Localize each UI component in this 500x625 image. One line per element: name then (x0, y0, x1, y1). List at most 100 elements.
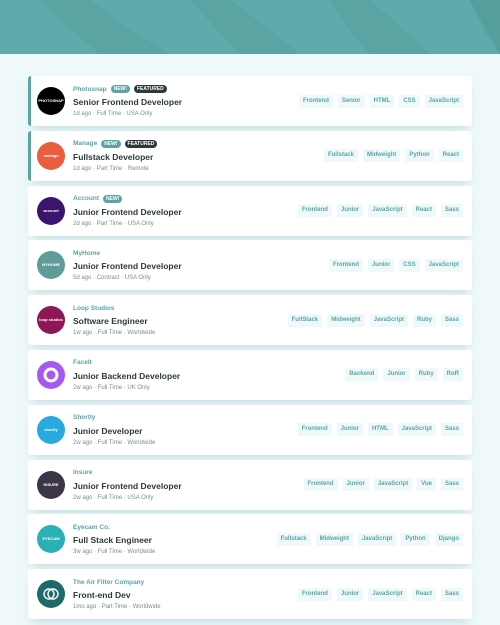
filter-tag[interactable]: Frontend (328, 258, 363, 272)
job-position[interactable]: Fullstack Developer (73, 152, 263, 162)
filter-tag[interactable]: Junior (383, 368, 410, 382)
job-card[interactable]: The Air Filter Company Front-end Dev 1mo a… (28, 569, 472, 620)
filter-tag[interactable]: Ruby (414, 368, 438, 382)
filter-tag[interactable]: Midweight (315, 532, 353, 546)
job-position[interactable]: Junior Developer (73, 426, 263, 436)
filter-tag[interactable]: Frontend (297, 587, 332, 601)
company-name[interactable]: FaceIt (73, 359, 92, 366)
filter-tag[interactable]: JavaScript (397, 423, 436, 437)
filter-tag[interactable]: Junior (367, 258, 395, 272)
featured-badge: FEATURED (124, 139, 158, 148)
job-info: Eyecam Co. Full Stack Engineer 3w ago · Fu… (73, 522, 263, 556)
job-card[interactable]: shortly Shortly Junior Developer 2w ago · F… (28, 404, 472, 455)
job-posted: 2w ago (73, 384, 93, 391)
job-info: FaceIt Junior Backend Developer 2w ago · F… (73, 358, 263, 392)
filter-tag[interactable]: JavaScript (369, 313, 408, 327)
filter-tag[interactable]: Ruby (412, 313, 436, 327)
company-name[interactable]: Insure (73, 469, 93, 476)
job-posted: 1d ago (73, 111, 92, 117)
job-position[interactable]: Senior Frontend Developer (73, 97, 263, 107)
filter-tag[interactable]: JavaScript (373, 478, 413, 492)
filter-tag[interactable]: Frontend (297, 423, 332, 437)
filter-tag[interactable]: Junior (336, 423, 363, 437)
filter-tag[interactable]: Midweight (327, 313, 365, 327)
job-meta: 1d ago · Part Time · Remote (73, 165, 263, 173)
job-position[interactable]: Full Stack Engineer (73, 535, 263, 545)
filter-tag[interactable]: JavaScript (357, 532, 397, 546)
filter-tag[interactable]: Fullstack (276, 532, 311, 546)
filter-tag[interactable]: React (438, 149, 463, 163)
filter-tag[interactable]: JavaScript (424, 258, 463, 272)
company-name[interactable]: Eyecam Co. (73, 524, 110, 531)
filter-tag[interactable]: Frontend (298, 94, 333, 108)
job-contract: Full Time (97, 549, 123, 556)
filter-tag[interactable]: JavaScript (368, 204, 407, 218)
filter-tag[interactable]: Sass (440, 423, 463, 437)
job-position[interactable]: Junior Frontend Developer (73, 261, 263, 271)
filter-tag[interactable]: HTML (369, 94, 395, 108)
job-info: Shortly Junior Developer 2w ago · Full Tim… (73, 413, 263, 447)
filter-tag[interactable]: React (411, 204, 436, 218)
filter-tag[interactable]: React (411, 587, 436, 601)
job-info: Manage NEW! FEATURED Fullstack Developer 1d … (73, 139, 263, 173)
job-card[interactable]: INSURE Insure Junior Frontend Developer 2w … (28, 459, 472, 510)
job-posted: 2w ago (73, 494, 93, 501)
job-info: MyHome Junior Frontend Developer 5d ago · … (73, 248, 263, 282)
job-meta: 1w ago · Full Time · Worldwide (73, 329, 263, 337)
company-name[interactable]: Photosnap (73, 86, 107, 93)
job-tags: Frontend Junior JavaScript React Sass (293, 186, 463, 236)
job-card[interactable]: loop studios Loop Studios Software Enginee… (28, 295, 472, 346)
job-position[interactable]: Junior Frontend Developer (73, 481, 263, 491)
company-logo: manage (37, 141, 65, 170)
job-card[interactable]: MYHOME MyHome Junior Frontend Developer 5d … (28, 240, 472, 291)
filter-tag[interactable]: Sass (440, 204, 463, 218)
job-card[interactable]: PHOTOSNAP Photosnap NEW! FEATURED Senior Fro… (28, 76, 472, 126)
company-name[interactable]: Manage (73, 140, 97, 147)
company-name[interactable]: MyHome (73, 250, 100, 257)
company-logo: shortly (37, 415, 65, 444)
filter-tag[interactable]: Frontend (303, 478, 338, 492)
filter-tag[interactable]: Backend (345, 368, 379, 382)
filter-tag[interactable]: JavaScript (368, 587, 407, 601)
job-position[interactable]: Junior Backend Developer (73, 371, 263, 381)
job-position[interactable]: Junior Frontend Developer (73, 207, 263, 217)
job-location: Worldwide (127, 439, 156, 446)
filter-tag[interactable]: Junior (336, 204, 364, 218)
filter-tag[interactable]: Junior (342, 478, 369, 492)
filter-tag[interactable]: Frontend (297, 204, 332, 218)
filter-tag[interactable]: CSS (399, 258, 420, 272)
filter-tag[interactable]: CSS (399, 94, 420, 108)
job-card[interactable]: EYECAM Eyecam Co. Full Stack Engineer 3w ag… (28, 514, 472, 565)
job-posted: 1d ago (73, 165, 92, 172)
job-position[interactable]: Front-end Dev (73, 590, 263, 600)
filter-tag[interactable]: FullStack (287, 313, 323, 327)
job-meta: 2d ago · Part Time · USA Only (73, 220, 263, 228)
job-tags: Frontend Junior JavaScript React Sass (293, 569, 463, 619)
filter-tag[interactable]: RoR (442, 368, 463, 382)
job-contract: Full Time (97, 439, 123, 446)
filter-tag[interactable]: JavaScript (424, 94, 463, 108)
company-name[interactable]: Loop Studios (73, 305, 115, 312)
filter-tag[interactable]: Sass (440, 313, 463, 327)
filter-tag[interactable]: Fullstack (323, 149, 358, 163)
filter-tag[interactable]: Python (405, 149, 434, 163)
job-location: USA Only (124, 275, 151, 282)
filter-tag[interactable]: Midweight (362, 149, 401, 163)
job-card[interactable]: manage Manage NEW! FEATURED Fullstack Develo… (28, 130, 472, 181)
company-name[interactable]: Shortly (73, 414, 95, 421)
job-card[interactable]: FaceIt Junior Backend Developer 2w ago · F… (28, 349, 472, 400)
filter-tag[interactable]: HTML (367, 423, 393, 437)
filter-tag[interactable]: Vue (417, 478, 436, 492)
job-tags: Fullstack Midweight Python React (319, 131, 463, 181)
job-card[interactable]: account Account NEW! Junior Frontend Develo… (28, 185, 472, 236)
filter-tag[interactable]: Python (401, 532, 430, 546)
filter-tag[interactable]: Sass (440, 587, 463, 601)
job-position[interactable]: Software Engineer (73, 316, 263, 326)
job-info: Insure Junior Frontend Developer 2w ago · … (73, 468, 263, 502)
filter-tag[interactable]: Sass (440, 478, 463, 492)
filter-tag[interactable]: Django (434, 532, 463, 546)
company-name[interactable]: Account (73, 195, 99, 202)
filter-tag[interactable]: Senior (337, 94, 365, 108)
filter-tag[interactable]: Junior (336, 587, 364, 601)
company-name[interactable]: The Air Filter Company (73, 579, 144, 586)
